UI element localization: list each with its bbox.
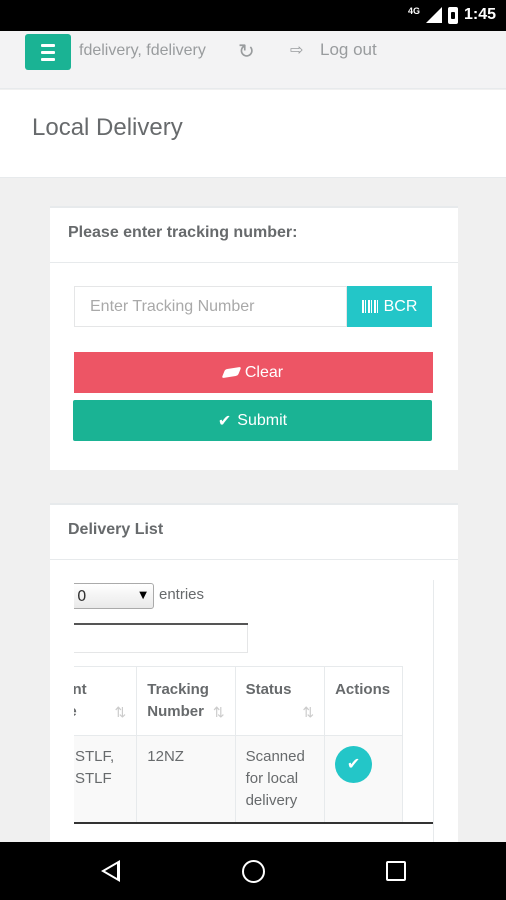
check-icon: ✔ [217,412,232,430]
back-icon[interactable] [101,860,120,882]
android-nav-bar [0,842,506,900]
dropdown-caret-icon: ▼ [139,590,147,601]
hamburger-icon [41,42,55,63]
sort-icon: ⇅ [302,704,315,720]
sort-icon: ⇅ [212,704,225,720]
delivery-list-panel: Delivery List 0 ▼ entries tient me ⇅ Tra… [50,503,458,843]
signal-icon [425,7,442,23]
eraser-icon [221,366,242,379]
cell-status: Scanned for local delivery [234,735,326,824]
tracking-panel-title: Please enter tracking number: [50,208,458,263]
col-status[interactable]: Status ⇅ [234,666,326,736]
page-length-select[interactable]: 0 ▼ [74,583,154,609]
col-tracking-number[interactable]: Tracking Number ⇅ [136,666,236,736]
network-type: 4G [407,6,420,16]
confirm-delivery-button[interactable]: ✔ [335,746,373,783]
menu-toggle-button[interactable] [25,34,71,70]
bcr-label: BCR [383,297,418,315]
clear-button[interactable]: Clear [74,352,433,393]
cell-actions: ✔ [324,735,403,824]
top-navbar: fdelivery, fdelivery ↻ ⇨ Log out [0,31,506,89]
barcode-icon [361,300,378,313]
submit-label: Submit [237,411,288,429]
check-icon: ✔ [346,755,361,773]
delivery-table: tient me ⇅ Tracking Number ⇅ Status ⇅ Ac… [74,666,403,824]
col-patient-name-label: tient me [74,681,87,720]
logout-link[interactable]: Log out [320,40,377,60]
home-icon[interactable] [242,860,265,883]
tracking-panel: Please enter tracking number: BCR Clear … [50,206,458,470]
battery-icon [447,6,458,24]
search-underline [74,623,248,625]
col-actions: Actions [324,666,403,736]
cell-patient-name: STLF, STLF [74,735,138,824]
page-title: Local Delivery [32,114,183,141]
col-tracking-number-label: Tracking Number [147,681,209,720]
page-heading: Local Delivery [0,90,506,178]
clock: 1:45 [463,6,496,23]
clear-label: Clear [244,363,284,381]
page-length-value: 0 [77,587,87,605]
col-patient-name[interactable]: tient me ⇅ [74,666,138,736]
sign-out-icon[interactable]: ⇨ [290,40,303,59]
table-search-input[interactable] [74,623,248,653]
col-status-label: Status [245,681,292,698]
table-header-row: tient me ⇅ Tracking Number ⇅ Status ⇅ Ac… [74,666,403,736]
recent-apps-icon[interactable] [386,861,406,881]
sort-icon: ⇅ [114,704,127,720]
entries-label: entries [159,586,205,603]
user-name: fdelivery, fdelivery [79,42,206,59]
cell-tracking-number: 12NZ [136,735,236,824]
refresh-icon[interactable]: ↻ [238,39,255,63]
table-bottom-border [74,822,433,824]
tracking-number-input[interactable] [74,286,347,327]
bcr-button[interactable]: BCR [347,286,432,327]
delivery-table-wrapper[interactable]: 0 ▼ entries tient me ⇅ Tracking Number ⇅ [74,580,434,843]
delivery-list-title: Delivery List [50,505,458,560]
submit-button[interactable]: ✔ Submit [73,400,432,441]
status-bar: 4G 1:45 [0,0,506,31]
col-actions-label: Actions [335,681,391,698]
status-right: 4G 1:45 [408,6,496,24]
table-row: STLF, STLF 12NZ Scanned for local delive… [74,735,403,824]
